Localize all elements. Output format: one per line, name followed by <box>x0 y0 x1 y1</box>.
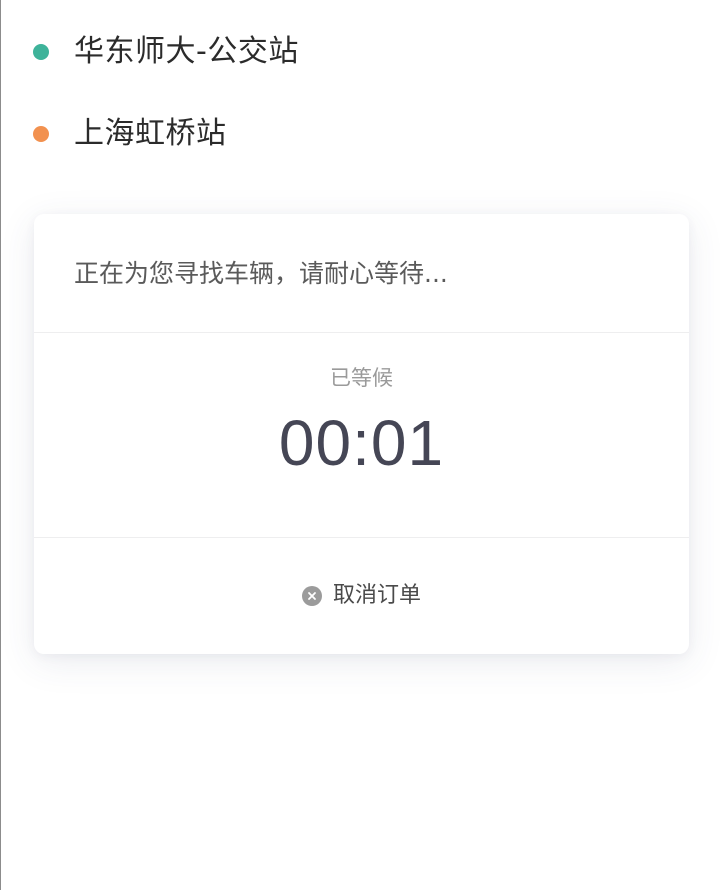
wait-timer: 00:01 <box>278 407 445 479</box>
wait-timer-section: 已等候 00:01 <box>34 333 689 538</box>
card-header: 正在为您寻找车辆，请耐心等待... <box>34 214 689 333</box>
ride-waiting-screen: 华东师大-公交站 上海虹桥站 正在为您寻找车辆，请耐心等待... 已等候 00:… <box>0 0 720 890</box>
destination-row[interactable]: 上海虹桥站 <box>33 112 227 156</box>
status-message: 正在为您寻找车辆，请耐心等待... <box>74 259 448 288</box>
waited-label: 已等候 <box>330 366 393 390</box>
destination-label: 上海虹桥站 <box>74 116 227 151</box>
origin-dot-icon <box>33 44 49 60</box>
origin-label: 华东师大-公交站 <box>74 34 299 69</box>
origin-row[interactable]: 华东师大-公交站 <box>33 30 299 74</box>
cancel-order-button[interactable]: 取消订单 <box>301 581 421 611</box>
searching-card: 正在为您寻找车辆，请耐心等待... 已等候 00:01 取消订单 <box>34 214 689 654</box>
close-circle-icon <box>301 586 322 606</box>
cancel-order-label: 取消订单 <box>332 583 421 608</box>
destination-dot-icon <box>33 126 49 142</box>
card-footer: 取消订单 <box>34 538 689 654</box>
